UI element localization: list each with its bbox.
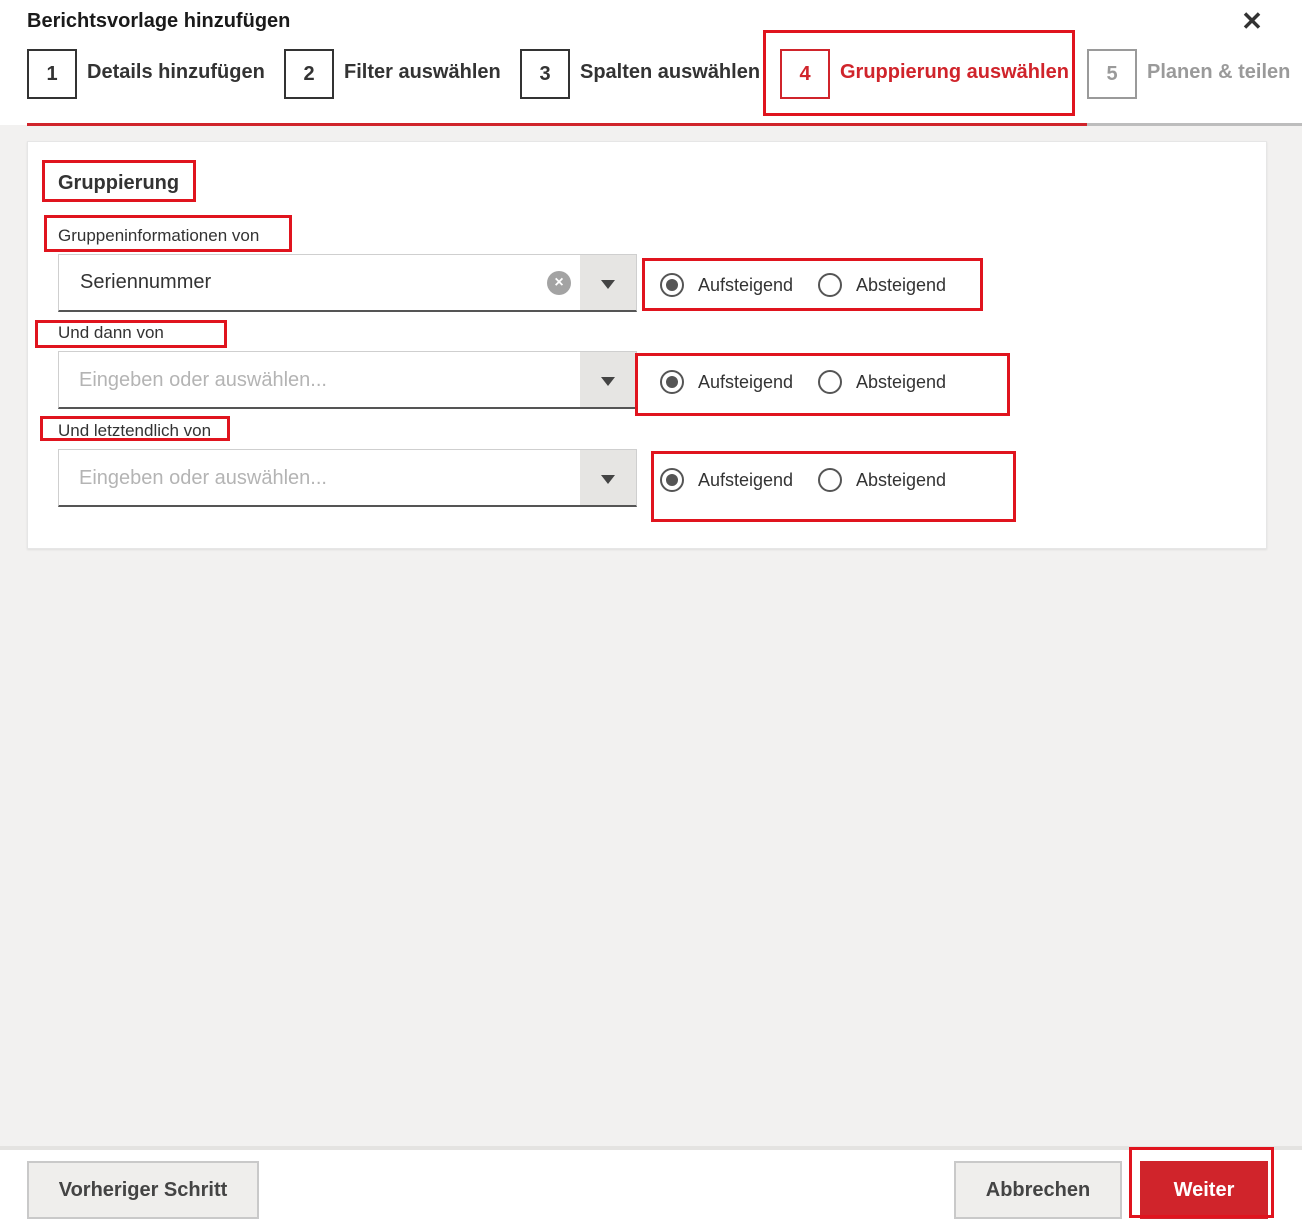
then-by-select[interactable] [58, 351, 637, 409]
radio-circle [818, 468, 842, 492]
then-by-label: Und dann von [58, 323, 164, 342]
step-number: 1 [27, 49, 77, 99]
descending-radio[interactable]: Absteigend [818, 367, 958, 397]
finally-by-input[interactable] [79, 462, 559, 494]
step-label: Spalten auswählen [580, 61, 761, 83]
radio-circle [660, 370, 684, 394]
ascending-radio[interactable]: Aufsteigend [660, 465, 800, 495]
radio-label: Absteigend [856, 372, 947, 392]
clear-icon[interactable]: × [547, 271, 571, 295]
previous-step-button[interactable]: Vorheriger Schritt [27, 1161, 259, 1219]
finally-by-select[interactable] [58, 449, 637, 507]
finally-by-label: Und letztendlich von [58, 421, 212, 440]
radio-circle [660, 468, 684, 492]
step-number: 5 [1087, 49, 1137, 99]
close-icon[interactable]: ✕ [1238, 6, 1266, 36]
ascending-radio[interactable]: Aufsteigend [660, 367, 800, 397]
step-label: Filter auswählen [344, 61, 501, 83]
progress-bar-complete [27, 123, 1087, 126]
ascending-radio[interactable]: Aufsteigend [660, 270, 800, 300]
sort-order-group-3: Aufsteigend Absteigend [660, 465, 970, 495]
radio-circle [660, 273, 684, 297]
group-by-select[interactable]: Seriennummer × [58, 254, 637, 312]
radio-circle [818, 370, 842, 394]
then-by-input[interactable] [79, 364, 559, 396]
descending-radio[interactable]: Absteigend [818, 465, 958, 495]
step-label: Gruppierung auswählen [840, 61, 1069, 83]
next-button[interactable]: Weiter [1140, 1161, 1268, 1219]
step-label: Details hinzufügen [87, 61, 265, 83]
chevron-down-icon[interactable] [580, 450, 636, 505]
chevron-down-icon[interactable] [580, 255, 636, 310]
progress-bar-remaining [1087, 123, 1302, 126]
wizard-steps: 1 Details hinzufügen 2 Filter auswählen … [0, 49, 1302, 99]
sort-order-group-2: Aufsteigend Absteigend [660, 367, 970, 397]
radio-circle [818, 273, 842, 297]
radio-label: Absteigend [856, 275, 947, 295]
step-label: Planen & teilen [1147, 61, 1291, 83]
step-number: 3 [520, 49, 570, 99]
dialog-footer: Vorheriger Schritt Abbrechen Weiter [0, 1146, 1302, 1221]
dialog-header: Berichtsvorlage hinzufügen ✕ 1 Details h… [0, 0, 1302, 125]
group-by-label: Gruppeninformationen von [58, 226, 260, 245]
radio-label: Aufsteigend [698, 470, 794, 490]
sort-order-group-1: Aufsteigend Absteigend [660, 270, 970, 300]
radio-label: Aufsteigend [698, 372, 794, 392]
radio-label: Aufsteigend [698, 275, 794, 295]
select-value[interactable]: Seriennummer [80, 271, 211, 294]
radio-label: Absteigend [856, 470, 947, 490]
chevron-down-icon[interactable] [580, 352, 636, 407]
section-title: Gruppierung [58, 172, 180, 194]
step-number: 2 [284, 49, 334, 99]
step-number: 4 [780, 49, 830, 99]
cancel-button[interactable]: Abbrechen [954, 1161, 1122, 1219]
dialog-title: Berichtsvorlage hinzufügen [27, 10, 291, 32]
descending-radio[interactable]: Absteigend [818, 270, 958, 300]
